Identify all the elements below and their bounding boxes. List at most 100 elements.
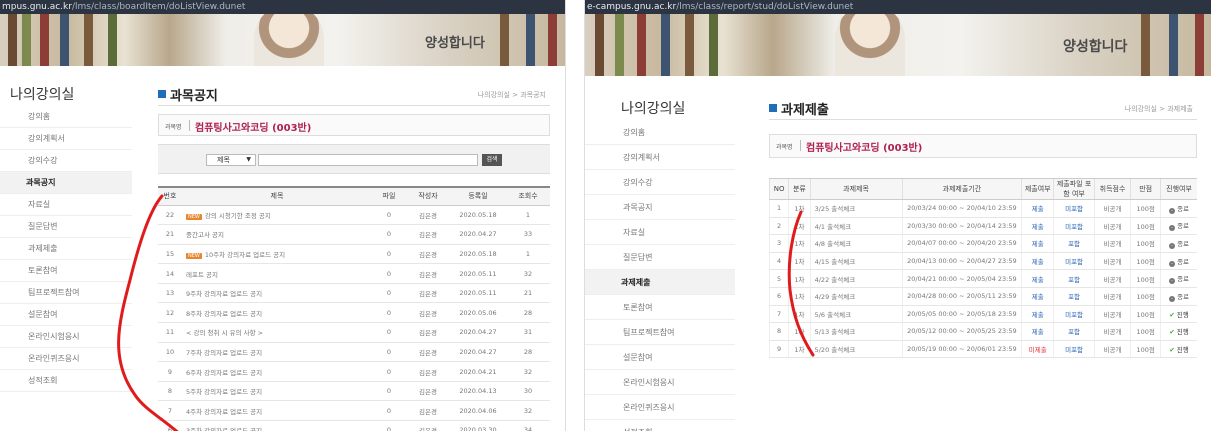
progress-status: ✔ 진행 [1160, 340, 1197, 359]
breadcrumb[interactable]: 나의강의실 > 과목공지 [478, 90, 546, 100]
assignment-title-link[interactable]: 5/20 출석체크 [809, 340, 903, 359]
notice-title-link[interactable]: 레포트 공지 [186, 271, 218, 279]
notice-title-link[interactable]: 중간고사 공지 [186, 231, 224, 239]
assignment-title-link[interactable]: 4/15 출석체크 [809, 252, 903, 271]
sidebar-item[interactable]: 온라인퀴즈응시 [585, 395, 735, 420]
ended-icon: - [1169, 242, 1176, 249]
notice-title-link[interactable]: 10주차 강의자료 업로드 공지 [205, 251, 285, 259]
sidebar-item[interactable]: 온라인시험응시 [585, 370, 735, 395]
breadcrumb[interactable]: 나의강의실 > 과제제출 [1125, 104, 1193, 114]
search-button[interactable]: 검색 [482, 154, 502, 166]
sidebar-item[interactable]: 성적조회 [0, 370, 132, 392]
sidebar-item[interactable]: 설문참여 [585, 345, 735, 370]
sidebar-item[interactable]: 과목공지 [0, 172, 132, 194]
sidebar-item[interactable]: 강의홈 [0, 106, 132, 128]
notice-title-cell[interactable]: 7주차 강의자료 업로드 공지 [182, 342, 372, 363]
notice-title-link[interactable]: 8주차 강의자료 업로드 공지 [186, 310, 262, 318]
student-photo [254, 14, 325, 66]
score: 비공개 [1093, 322, 1131, 341]
check-icon: ✔ [1169, 328, 1175, 337]
column-header[interactable]: 조회수 [506, 186, 550, 206]
notice-title-link[interactable]: < 강의 청취 시 유의 사항 > [186, 329, 263, 337]
right-screenshot: e-campus.gnu.ac.kr/lms/class/report/stud… [584, 0, 1211, 431]
sidebar-item[interactable]: 온라인시험응시 [0, 326, 132, 348]
assignment-title-link[interactable]: 4/8 출석체크 [809, 234, 903, 253]
assignment-title-link[interactable]: 5/6 출석체크 [809, 305, 903, 324]
notice-title-cell[interactable]: 8주차 강의자료 업로드 공지 [182, 302, 372, 324]
max-score: 100점 [1130, 287, 1161, 306]
sidebar-item[interactable]: 강의수강 [585, 170, 735, 195]
column-header[interactable]: 등록일 [450, 186, 506, 206]
sidebar-item[interactable]: 팀프로젝트참여 [585, 320, 735, 345]
column-header[interactable]: 번호 [158, 186, 182, 206]
assignment-title-link[interactable]: 4/22 출석체크 [809, 269, 903, 288]
sidebar-item[interactable]: 강의수강 [0, 150, 132, 172]
sidebar-item[interactable]: 성적조회 [585, 420, 735, 431]
table-row: 9 1차 5/20 출석체크 20/05/19 00:00 ~ 20/06/01 23… [768, 340, 1197, 359]
page-header: 과제제출 나의강의실 > 과제제출 [769, 98, 1197, 120]
notice-title-cell[interactable]: 레포트 공지 [182, 263, 372, 284]
table-row: 15 NEW 10주차 강의자료 업로드 공지 0 김은경 2020.05.18 1 [158, 244, 550, 265]
sidebar-item[interactable]: 과제제출 [0, 238, 132, 260]
post-date: 2020.04.27 [450, 342, 506, 363]
submit-status: 제출 [1021, 217, 1054, 236]
notice-title-link[interactable]: 5주차 강의자료 업로드 공지 [186, 388, 262, 396]
notice-title-link[interactable]: 3주차 강의자료 업로드 공지 [186, 427, 262, 431]
progress-status: - 종료 [1160, 199, 1197, 218]
sidebar-item[interactable]: 토론참여 [0, 260, 132, 282]
sidebar-item[interactable]: 강의계획서 [585, 145, 735, 170]
notice-title-cell[interactable]: 중간고사 공지 [182, 224, 372, 245]
sidebar-item[interactable]: 과제제출 [585, 270, 735, 295]
assignment-title-link[interactable]: 4/29 출석체크 [809, 287, 903, 306]
notice-title-link[interactable]: 강의 시청기한 조정 공지 [205, 212, 271, 220]
column-header[interactable]: 제목 [182, 186, 372, 206]
address-bar[interactable]: e-campus.gnu.ac.kr/lms/class/report/stud… [585, 0, 1211, 14]
submission-period: 20/05/19 00:00 ~ 20/06/01 23:59 [901, 340, 1022, 359]
assignment-title-link[interactable]: 3/25 출석체크 [809, 199, 903, 218]
sidebar: 나의강의실 강의홈 강의계획서 강의수강 과목공지 자료실 질문답변 과제제출 토론참여 팀프로… [585, 98, 735, 431]
notice-title-link[interactable]: 6주차 강의자료 업로드 공지 [186, 369, 262, 377]
category: 1차 [788, 322, 811, 341]
notice-title-cell[interactable]: < 강의 청취 시 유의 사항 > [182, 322, 372, 343]
notice-title-cell[interactable]: 9주차 강의자료 업로드 공지 [182, 283, 372, 304]
sidebar-item[interactable]: 자료실 [0, 194, 132, 216]
address-bar[interactable]: mpus.gnu.ac.kr/lms/class/boardItem/doLis… [0, 0, 565, 14]
notice-title-link[interactable]: 4주차 강의자료 업로드 공지 [186, 408, 262, 416]
author: 김은경 [406, 420, 450, 431]
sidebar-item[interactable]: 질문답변 [585, 245, 735, 270]
sidebar-item[interactable]: 설문참여 [0, 304, 132, 326]
search-type-select[interactable]: 제목 ▼ [206, 154, 256, 166]
notice-title-link[interactable]: 9주차 강의자료 업로드 공지 [186, 290, 262, 298]
file-included: 포함 [1053, 287, 1095, 306]
notice-title-link[interactable]: 7주차 강의자료 업로드 공지 [186, 349, 262, 357]
status-label: 진행 [1176, 310, 1189, 319]
assignment-title-link[interactable]: 4/1 출석체크 [809, 217, 903, 236]
notice-title-cell[interactable]: 5주차 강의자료 업로드 공지 [182, 381, 372, 402]
url-host: mpus.gnu.ac.kr [2, 2, 72, 12]
row-number: 21 [158, 224, 182, 245]
status-label: 종료 [1177, 239, 1190, 248]
search-input[interactable] [258, 154, 478, 166]
table-row: 5 1차 4/22 출석체크 20/04/21 00:00 ~ 20/05/04 23… [768, 269, 1197, 288]
sidebar-item[interactable]: 팀프로젝트참여 [0, 282, 132, 304]
column-header: 과제제출기간 [901, 178, 1022, 200]
assignment-title-link[interactable]: 5/13 출석체크 [809, 322, 903, 341]
sidebar-item[interactable]: 강의계획서 [0, 128, 132, 150]
sidebar-item[interactable]: 과목공지 [585, 195, 735, 220]
sidebar-item[interactable]: 자료실 [585, 220, 735, 245]
sidebar-item[interactable]: 온라인퀴즈응시 [0, 348, 132, 370]
sidebar-item[interactable]: 질문답변 [0, 216, 132, 238]
sidebar-item[interactable]: 강의홈 [585, 120, 735, 145]
score: 비공개 [1093, 199, 1131, 218]
notice-title-cell[interactable]: 4주차 강의자료 업로드 공지 [182, 400, 372, 422]
notice-title-cell[interactable]: 3주차 강의자료 업로드 공지 [182, 420, 372, 431]
sidebar-item[interactable]: 토론참여 [585, 295, 735, 320]
post-date: 2020.05.11 [450, 263, 506, 284]
notice-title-cell[interactable]: NEW 10주차 강의자료 업로드 공지 [182, 244, 372, 265]
column-header[interactable]: 작성자 [406, 186, 450, 206]
notice-title-cell[interactable]: 6주차 강의자료 업로드 공지 [182, 361, 372, 382]
post-date: 2020.05.18 [450, 205, 506, 226]
notice-title-cell[interactable]: NEW 강의 시청기한 조정 공지 [182, 205, 372, 226]
row-number: 22 [158, 205, 182, 226]
column-header[interactable]: 파일 [372, 186, 406, 206]
